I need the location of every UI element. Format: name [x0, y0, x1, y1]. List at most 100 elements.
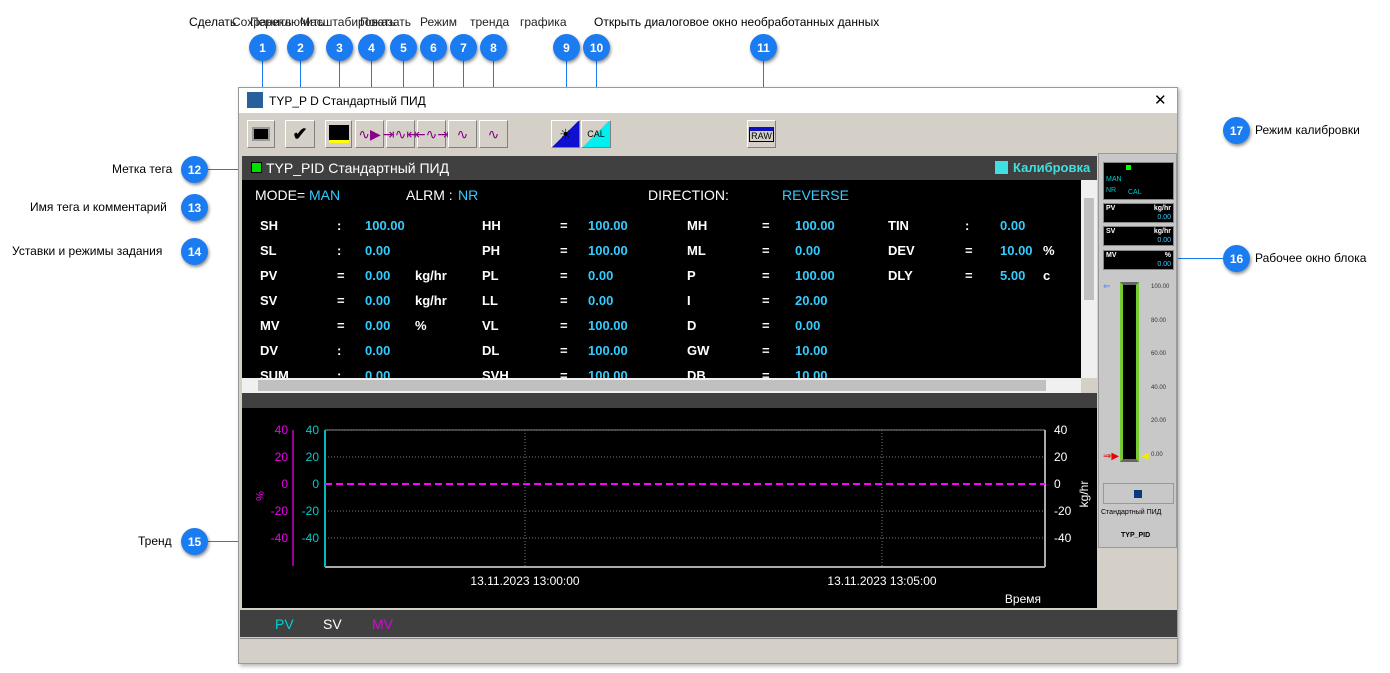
param-value[interactable]: 0.00	[365, 343, 390, 358]
trend-background	[242, 408, 1097, 608]
close-button[interactable]: ✕	[1154, 91, 1167, 109]
zoom-out-horizontal-button[interactable]: ⇤∿⇥	[413, 120, 450, 148]
title-bar: TYP_P D Стандартный ПИД ✕	[239, 88, 1177, 113]
param-separator: =	[560, 268, 568, 283]
param-separator: =	[560, 293, 568, 308]
tag-status-indicator	[251, 162, 262, 173]
confirm-button[interactable]: ✔	[285, 120, 315, 148]
param-label: I	[687, 293, 691, 308]
legend-mv[interactable]: MV	[372, 616, 393, 632]
param-value[interactable]: 0.00	[588, 293, 613, 308]
alarm-button[interactable]: ☀	[551, 120, 580, 148]
faceplate-comment: Стандартный ПИД	[1101, 509, 1162, 516]
faceplate-scale-label: 20.00	[1151, 418, 1167, 424]
param-separator: =	[965, 268, 973, 283]
faceplate-mode-button[interactable]	[1103, 483, 1174, 504]
param-label: SUM	[260, 368, 289, 378]
param-label: DEV	[888, 243, 915, 258]
param-value[interactable]: 0.00	[365, 318, 390, 333]
alarm-value: NR	[458, 187, 479, 203]
legend-pv[interactable]: PV	[275, 616, 294, 632]
zoom-in-horizontal-icon: ⇥∿⇤	[382, 125, 419, 142]
trend-pause-button[interactable]: ∿▶	[355, 120, 384, 148]
trend-view-button[interactable]	[325, 120, 352, 148]
zoom-out-vertical-button[interactable]: ∿	[479, 120, 508, 148]
x-tick-label: 13.11.2023 13:05:00	[827, 574, 937, 588]
scrollbar-thumb[interactable]	[258, 380, 1046, 391]
param-label: SH	[260, 218, 279, 233]
param-value[interactable]: 0.00	[795, 243, 820, 258]
calibration-button[interactable]: CAL	[581, 120, 611, 148]
vertical-scrollbar[interactable]	[1081, 180, 1097, 378]
param-separator: :	[965, 218, 970, 233]
callout-9: 9	[553, 34, 580, 61]
param-value[interactable]: 5.00	[1000, 268, 1025, 283]
param-separator: =	[762, 318, 770, 333]
param-value[interactable]: 100.00	[588, 343, 628, 358]
param-value[interactable]: 0.00	[365, 243, 390, 258]
param-value[interactable]: 100.00	[795, 218, 835, 233]
zoom-in-vertical-icon: ∿	[456, 125, 469, 142]
param-separator: =	[337, 318, 345, 333]
param-label: SVH	[482, 368, 509, 378]
pv-tick-label: -40	[302, 531, 320, 545]
zoom-in-vertical-button[interactable]: ∿	[448, 120, 477, 148]
param-separator: =	[560, 243, 568, 258]
raw-data-button[interactable]: RAW	[747, 120, 776, 148]
param-separator: =	[560, 218, 568, 233]
screenshot-button[interactable]	[247, 120, 275, 148]
zoom-out-horizontal-icon: ⇤∿⇥	[413, 125, 450, 142]
param-value[interactable]: 100.00	[795, 268, 835, 283]
param-value[interactable]: 0.00	[365, 268, 390, 283]
param-value[interactable]: 0.00	[588, 268, 613, 283]
callout-label-overlap: тренда	[470, 15, 510, 29]
param-value[interactable]: 10.00	[1000, 243, 1033, 258]
alarm-label: ALRM :	[406, 187, 453, 203]
raw-data-icon: RAW	[749, 126, 774, 142]
param-label: DL	[482, 343, 500, 358]
callout-8: 8	[480, 34, 507, 61]
pv-tick-label: -20	[302, 504, 320, 518]
mv-tick-label: 40	[275, 423, 289, 437]
param-value[interactable]: 100.00	[588, 318, 628, 333]
param-value[interactable]: 0.00	[1000, 218, 1025, 233]
trend-chart: 40 40 40 20 20 20 0 0 0 -20 -20 -20 -40 -40 -40 13.11.2…	[242, 408, 1097, 608]
callout-11: 11	[750, 34, 777, 61]
calibration-icon: CAL	[587, 129, 605, 139]
legend-sv[interactable]: SV	[323, 616, 342, 632]
callout-7: 7	[450, 34, 477, 61]
param-label: DLY	[888, 268, 913, 283]
param-label: MH	[687, 218, 708, 233]
param-label: MV	[260, 318, 280, 333]
scrollbar-thumb[interactable]	[1084, 198, 1094, 300]
callout-3: 3	[326, 34, 353, 61]
param-label: ML	[687, 243, 706, 258]
callout-1: 1	[249, 34, 276, 61]
param-value[interactable]: 0.00	[795, 318, 820, 333]
param-value[interactable]: 10.00	[795, 343, 828, 358]
faceplate-scale-label: 100.00	[1151, 284, 1170, 290]
right-tick-label: 20	[1054, 450, 1068, 464]
horizontal-scrollbar[interactable]	[242, 378, 1081, 393]
param-value[interactable]: 100.00	[365, 218, 405, 233]
param-value[interactable]: 100.00	[588, 243, 628, 258]
param-unit: %	[1043, 243, 1055, 258]
callout-15: 15	[181, 528, 208, 555]
pv-tick-label: 20	[306, 450, 320, 464]
param-label: HH	[482, 218, 501, 233]
param-label: PL	[482, 268, 499, 283]
param-value[interactable]: 100.00	[588, 218, 628, 233]
param-value[interactable]: 0.00	[365, 293, 390, 308]
param-label: LL	[482, 293, 498, 308]
param-value[interactable]: 0.00	[365, 368, 390, 378]
mv-tick-label: 20	[275, 450, 289, 464]
faceplate-status: MAN NR CAL	[1103, 162, 1174, 200]
faceplate-scale-label: 60.00	[1151, 351, 1167, 357]
param-value[interactable]: 10.00	[795, 368, 828, 378]
faceplate-tag: TYP_PID	[1121, 532, 1151, 539]
param-separator: =	[762, 218, 770, 233]
param-value[interactable]: 100.00	[588, 368, 628, 378]
faceplate-panel[interactable]: MAN NR CAL PV kg/hr 0.00 SV kg/hr 0.00 MV% 0.…	[1098, 153, 1177, 548]
param-value[interactable]: 20.00	[795, 293, 828, 308]
zoom-in-horizontal-button[interactable]: ⇥∿⇤	[382, 120, 419, 148]
